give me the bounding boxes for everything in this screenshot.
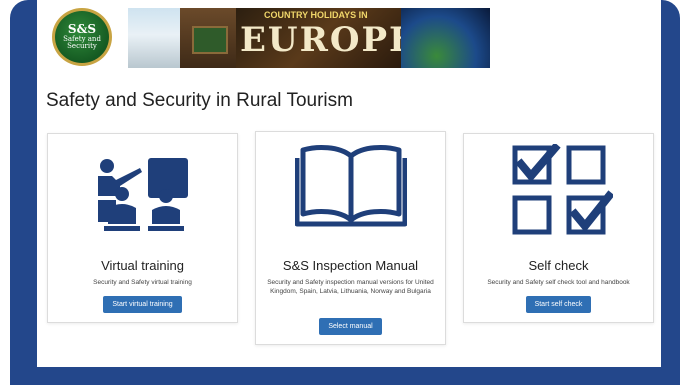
banner-window-photo (180, 8, 236, 68)
card-title: S&S Inspection Manual (282, 258, 419, 273)
start-virtual-training-button[interactable]: Start virtual training (103, 296, 182, 313)
card-title: Self check (528, 258, 589, 273)
select-manual-button[interactable]: Select manual (319, 318, 382, 335)
banner-europe-logo: COUNTRY HOLIDAYS IN EUROPE (236, 8, 401, 68)
logo-subtext: Safety and Security (63, 34, 101, 51)
teacher-students-icon (98, 158, 188, 231)
checkboxes-icon (512, 144, 613, 235)
card-description: Security and Safety self check tool and … (487, 279, 630, 286)
header-banner: COUNTRY HOLIDAYS IN EUROPE (128, 8, 490, 68)
banner-word: EUROPE (240, 20, 401, 60)
start-self-check-button[interactable]: Start self check (525, 296, 592, 313)
card-description: Security and Safety virtual training (93, 279, 192, 286)
card-virtual-training: Virtual training Security and Safety vir… (47, 133, 238, 323)
ss-logo[interactable]: S&S Safety and Security (52, 8, 112, 66)
page-title: Safety and Security in Rural Tourism (46, 90, 353, 111)
banner-title: COUNTRY HOLIDAYS IN (264, 10, 368, 20)
card-inspection-manual: S&S Inspection Manual Security and Safet… (255, 131, 446, 345)
card-title: Virtual training (101, 258, 184, 273)
card-description: Security and Safety inspection manual ve… (267, 279, 434, 296)
card-self-check: Self check Security and Safety self chec… (463, 133, 654, 323)
open-book-icon (295, 145, 407, 227)
banner-snow-photo (128, 8, 180, 68)
banner-globe-photo (401, 8, 490, 68)
